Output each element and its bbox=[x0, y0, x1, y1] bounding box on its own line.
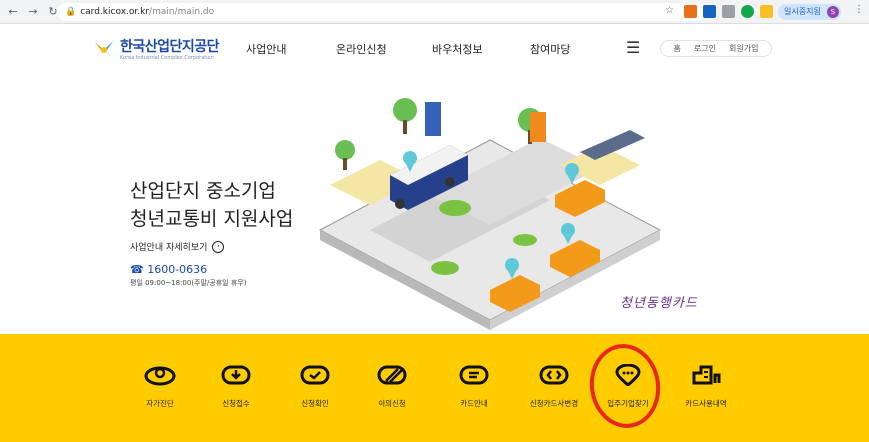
login-link[interactable]: 로그인 bbox=[694, 43, 716, 54]
service-apply[interactable]: 신청접수 bbox=[196, 364, 276, 409]
services-band: 자가진단 신청접수 신청확인 이의신청 카드안내 신청카드사변경 입주기업찾기 … bbox=[0, 334, 869, 442]
arrow-right-icon: › bbox=[212, 240, 225, 253]
download-icon bbox=[221, 365, 251, 385]
star-icon[interactable]: ☆ bbox=[665, 5, 678, 18]
self-check-icon bbox=[144, 366, 176, 386]
site-header: 한국산업단지공단 Korea Industrial Complex Corpor… bbox=[0, 24, 869, 76]
service-card-change[interactable]: 신청카드사변경 bbox=[514, 364, 594, 409]
service-card-history[interactable]: 카드사용내역 bbox=[666, 364, 746, 409]
extension-icon[interactable] bbox=[722, 5, 735, 18]
avatar: S bbox=[826, 6, 839, 18]
site-logo[interactable]: 한국산업단지공단 Korea Industrial Complex Corpor… bbox=[92, 38, 220, 61]
extension-icon[interactable] bbox=[703, 5, 716, 18]
highlight-circle bbox=[584, 339, 666, 433]
browser-toolbar: ← → ↻ 🔒 card.kicox.or.kr/main/main.do ☆ … bbox=[0, 0, 869, 24]
slogan-logo: 청년동행카드 bbox=[620, 296, 698, 311]
detail-link[interactable]: 사업안내 자세히보기 › bbox=[130, 240, 225, 253]
hamburger-menu-icon[interactable]: ☰ bbox=[626, 38, 640, 57]
back-icon[interactable]: ← bbox=[6, 5, 20, 19]
hero-illustration bbox=[318, 98, 662, 330]
signup-link[interactable]: 회원가입 bbox=[729, 43, 758, 54]
chat-icon bbox=[459, 365, 489, 385]
forward-icon[interactable]: → bbox=[26, 5, 40, 19]
swap-icon bbox=[539, 365, 569, 385]
profile-button[interactable]: 일시중지됨 S bbox=[778, 4, 841, 20]
business-hours: 평일 09:00~18:00(주말/공휴일 휴무) bbox=[130, 279, 247, 287]
utility-nav: 홈 로그인 회원가입 bbox=[660, 40, 772, 57]
logo-subtitle: Korea Industrial Complex Corporation bbox=[120, 54, 214, 61]
service-card-info[interactable]: 카드안내 bbox=[434, 364, 514, 409]
extension-icon[interactable] bbox=[684, 5, 697, 18]
check-icon bbox=[300, 365, 330, 385]
phone-number: ☎ 1600-0636 bbox=[130, 263, 208, 276]
building-icon bbox=[692, 365, 721, 385]
extension-icon[interactable] bbox=[741, 5, 754, 18]
hero-title: 산업단지 중소기업 청년교통비 지원사업 bbox=[130, 180, 294, 230]
slash-icon bbox=[377, 365, 407, 385]
menu-item-voucher[interactable]: 바우처정보 bbox=[432, 41, 483, 57]
extension-icon[interactable] bbox=[760, 5, 773, 18]
service-confirm[interactable]: 신청확인 bbox=[275, 364, 355, 409]
menu-item-online-apply[interactable]: 온라인신청 bbox=[336, 41, 387, 57]
more-icon[interactable]: ⋮ bbox=[854, 4, 864, 15]
service-self-check[interactable]: 자가진단 bbox=[120, 364, 200, 409]
home-link[interactable]: 홈 bbox=[674, 43, 681, 54]
logo-icon bbox=[94, 41, 114, 59]
logo-name: 한국산업단지공단 bbox=[120, 38, 220, 55]
lock-icon: 🔒 bbox=[65, 7, 77, 17]
address-bar[interactable]: 🔒 card.kicox.or.kr/main/main.do bbox=[57, 3, 705, 21]
service-objection[interactable]: 이의신청 bbox=[352, 364, 432, 409]
menu-item-business[interactable]: 사업안내 bbox=[246, 41, 286, 57]
menu-item-participation[interactable]: 참여마당 bbox=[530, 41, 570, 57]
url-text: card.kicox.or.kr/main/main.do bbox=[80, 7, 215, 17]
